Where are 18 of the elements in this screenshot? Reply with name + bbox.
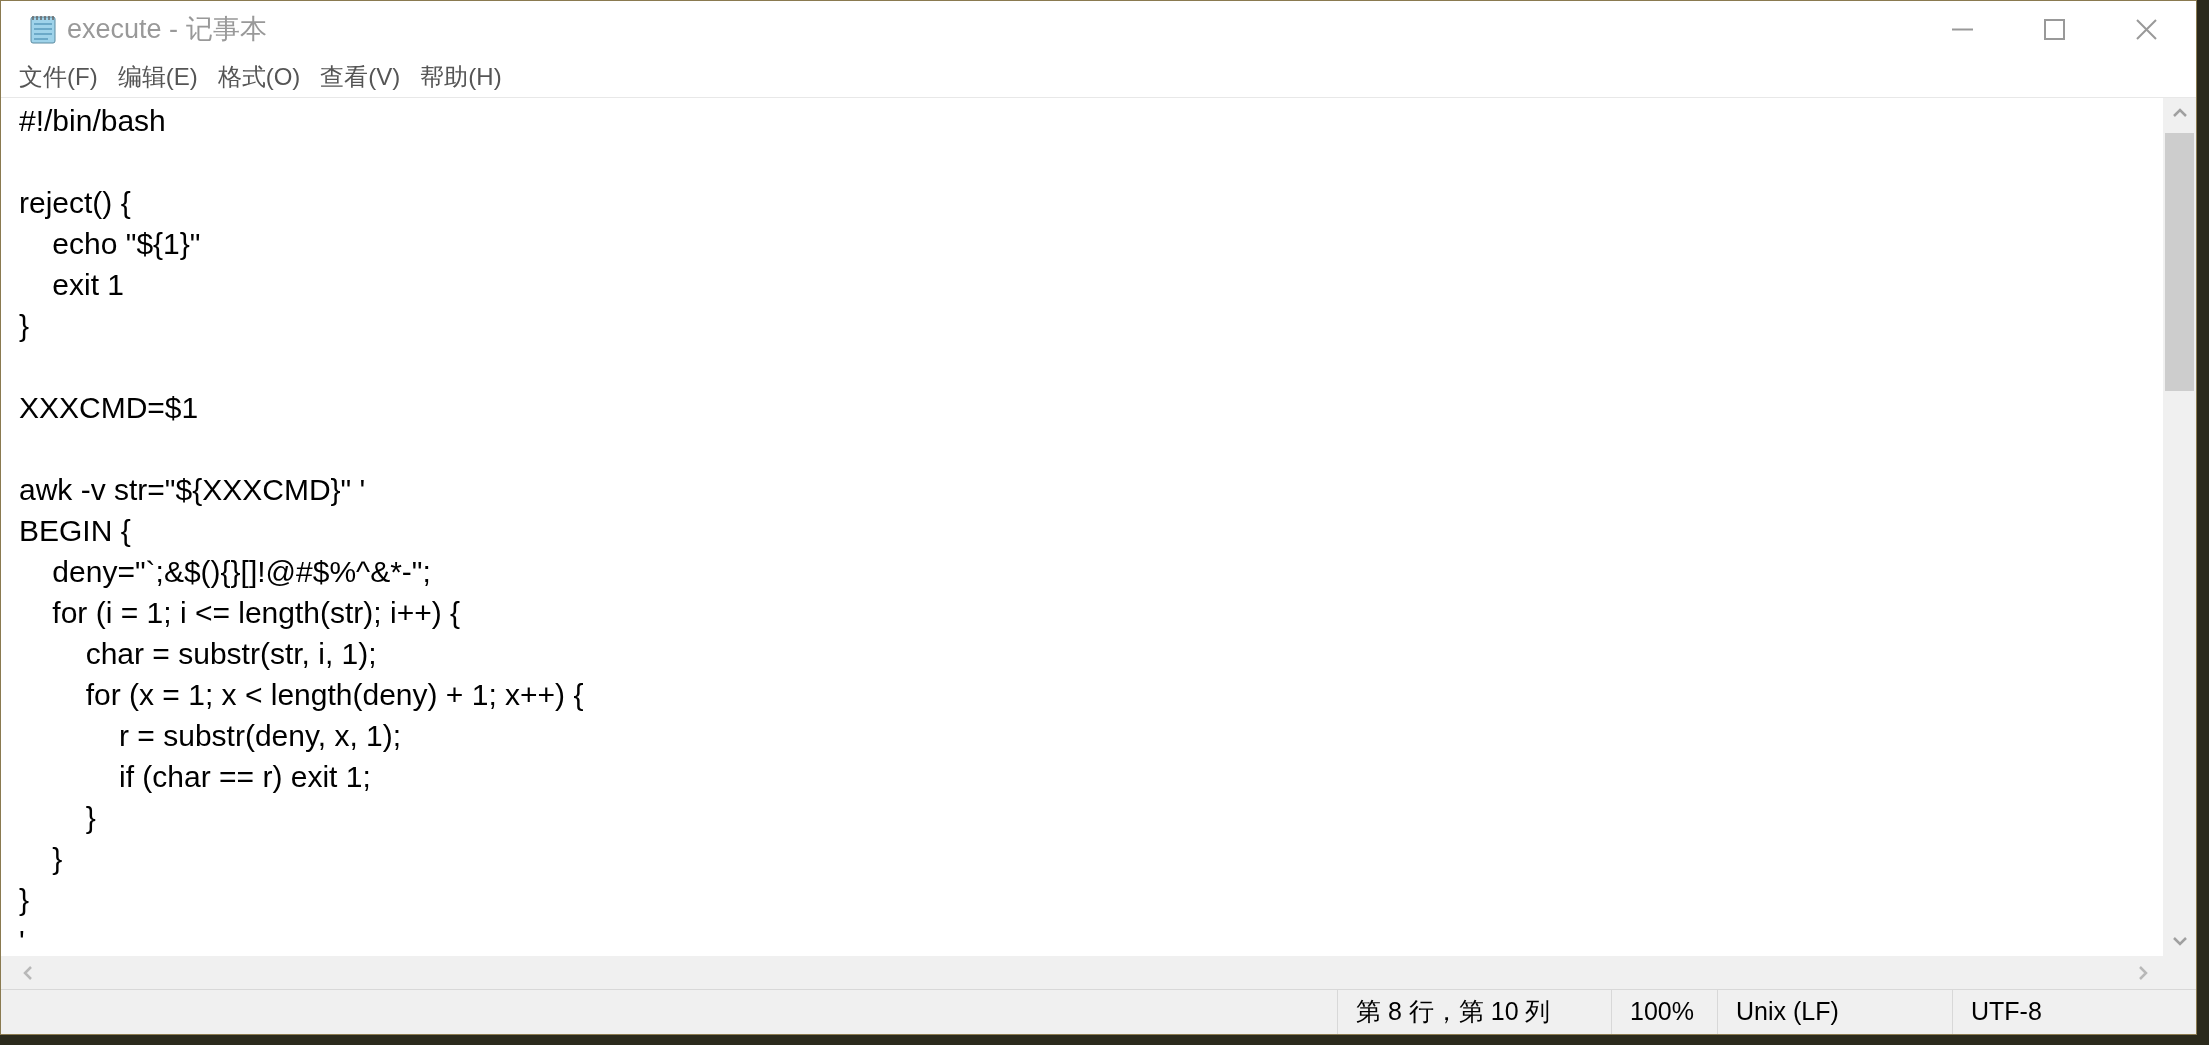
editor-text[interactable]: #!/bin/bash reject() { echo "${1}" exit 1 } XXXCMD=$1 awk -v str="${XXXCMD}" ' BEGIN { deny="`;&$(){}[]!@#$%^&*-"; for (i = 1; i <= length(str); i++) { char = substr(str, i, 1); for (x = 1; x < length(deny) + 1; x++) { r = substr(deny, x, 1); if (char == r) exit 1; } } } '	[19, 100, 2163, 956]
encoding: UTF-8	[1971, 996, 2042, 1028]
cursor-position: 第 8 行，第 10 列	[1356, 996, 1551, 1028]
menu-item[interactable]: 文件(F)	[15, 59, 102, 95]
menu-item[interactable]: 编辑(E)	[113, 59, 202, 95]
notepad-icon	[27, 13, 59, 45]
horizontal-scrollbar[interactable]	[1, 956, 2196, 990]
vertical-scrollbar[interactable]	[2163, 98, 2196, 956]
line-ending: Unix (LF)	[1736, 996, 1839, 1028]
window-title: execute - 记事本	[67, 12, 267, 46]
menu-item[interactable]: 查看(V)	[316, 59, 405, 95]
close-icon	[2135, 18, 2157, 40]
zoom-level: 100%	[1630, 996, 1694, 1028]
scrollbar-thumb[interactable]	[2165, 133, 2194, 391]
minimize-icon	[1951, 27, 1973, 31]
menu-item[interactable]: 格式(O)	[213, 59, 305, 95]
maximize-icon	[2043, 18, 2065, 40]
menu-item[interactable]: 帮助(H)	[416, 59, 506, 95]
